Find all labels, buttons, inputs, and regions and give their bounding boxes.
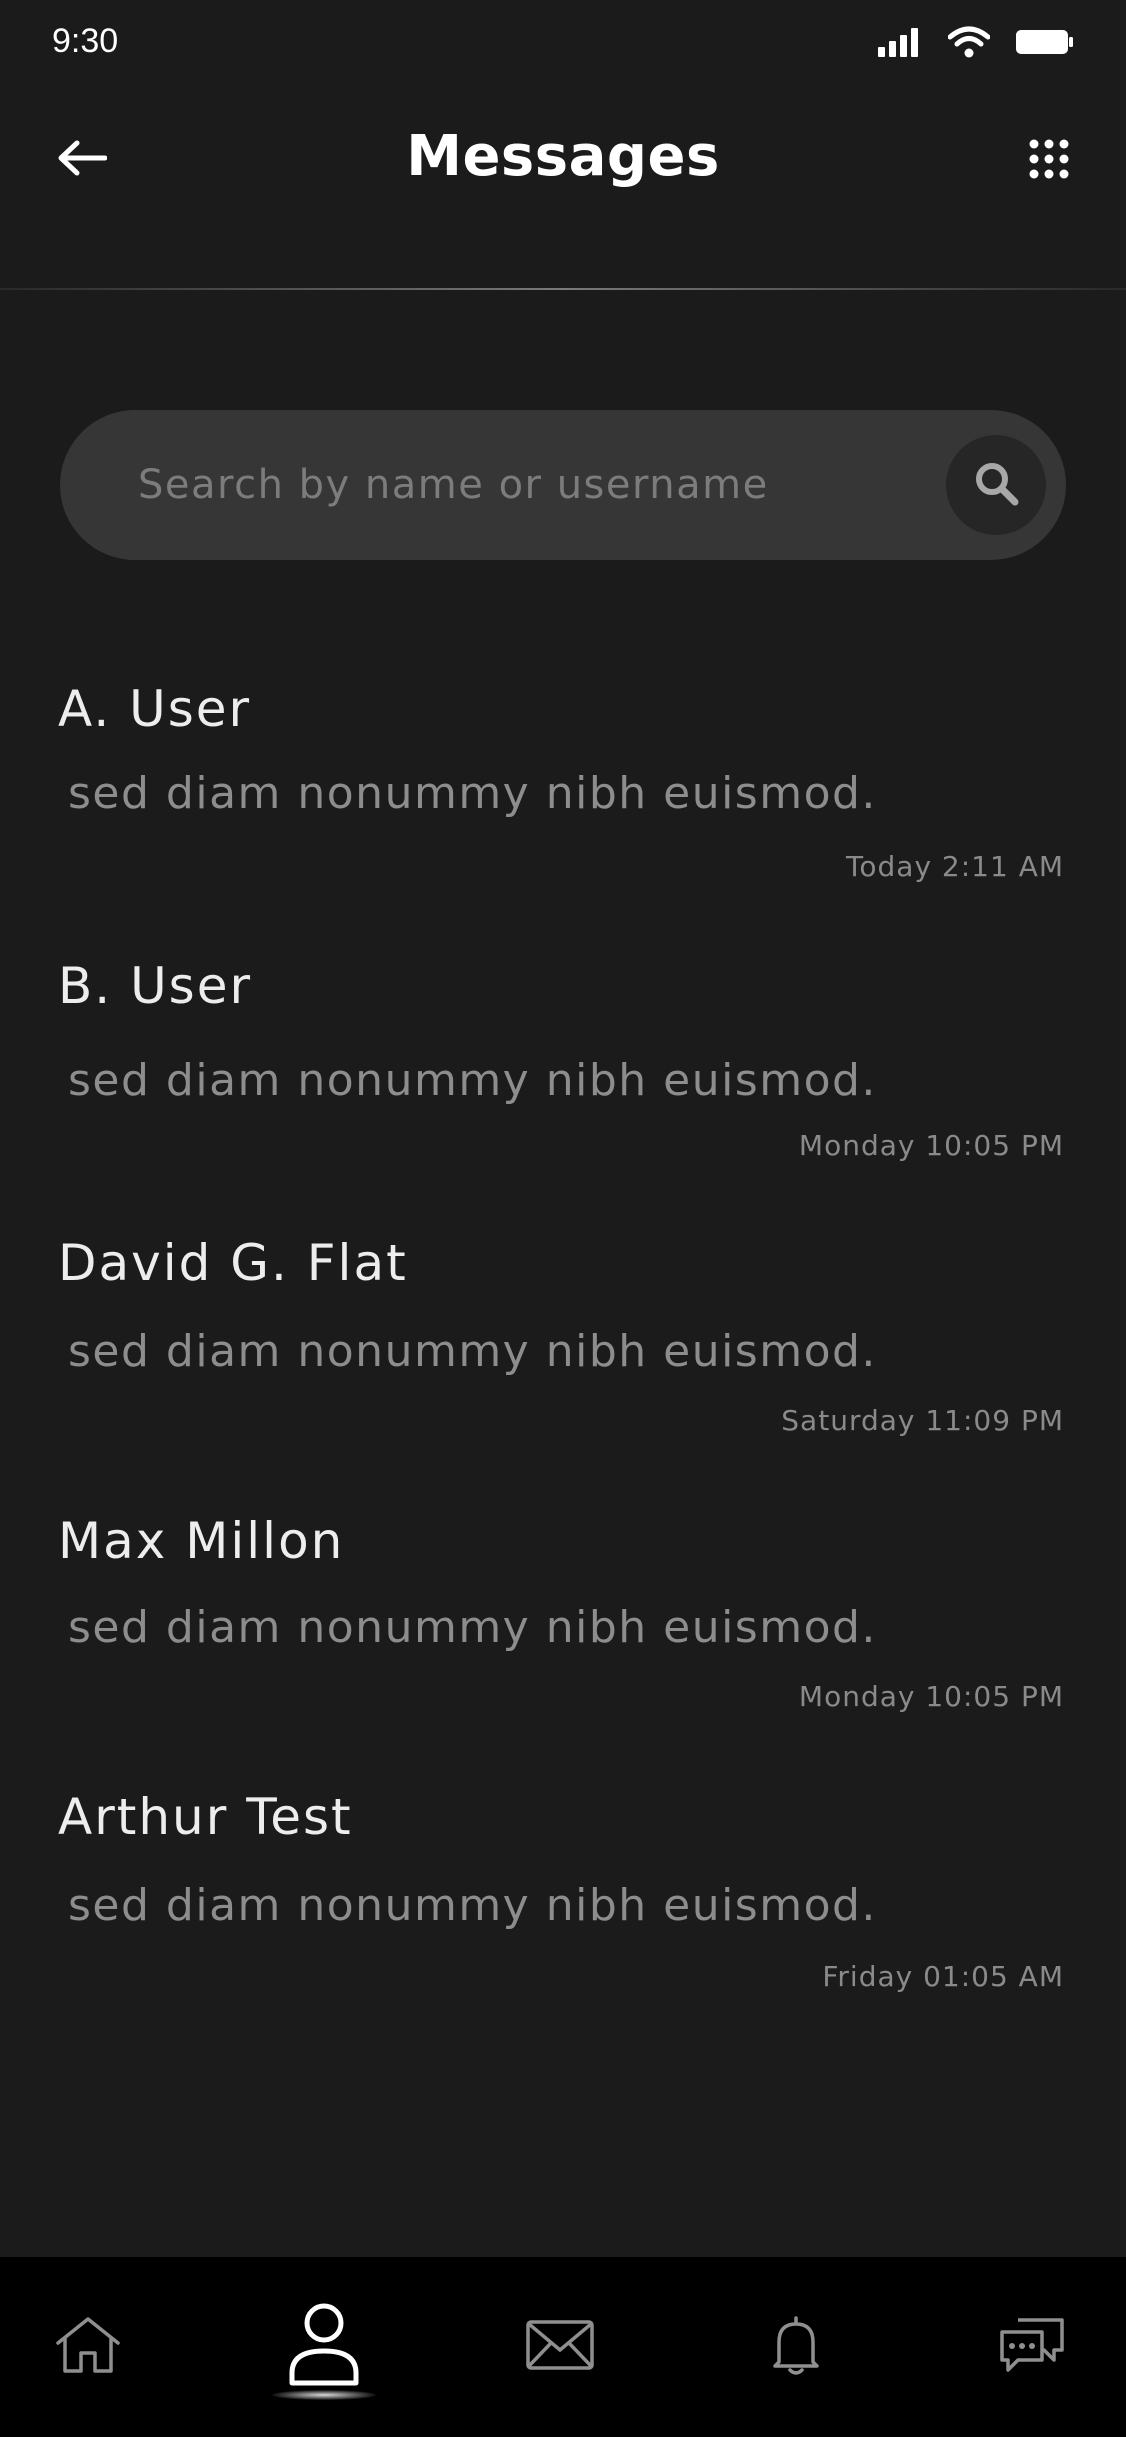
search-button[interactable] — [946, 435, 1046, 535]
status-icons — [878, 26, 1074, 62]
grid-dots-icon — [1029, 139, 1069, 183]
message-sender: Arthur Test — [58, 1788, 353, 1846]
search-bar — [60, 410, 1066, 560]
message-sender: B. User — [58, 957, 253, 1015]
bottom-nav — [0, 2257, 1126, 2437]
message-preview: sed diam nonummy nibh euismod. — [68, 1055, 877, 1106]
nav-mail[interactable] — [490, 2257, 630, 2437]
message-time: Monday 10:05 PM — [798, 1680, 1064, 1713]
wifi-icon — [947, 26, 991, 62]
home-icon — [54, 2315, 122, 2379]
message-sender: Max Millon — [58, 1512, 345, 1570]
message-item[interactable]: B. User sed diam nonummy nibh euismod. M… — [0, 957, 1126, 1187]
nav-home[interactable] — [18, 2257, 158, 2437]
message-time: Saturday 11:09 PM — [781, 1404, 1064, 1437]
header: Messages — [0, 110, 1126, 210]
message-preview: sed diam nonummy nibh euismod. — [68, 1880, 877, 1931]
status-time: 9:30 — [52, 22, 119, 60]
search-input[interactable] — [138, 410, 958, 560]
battery-icon — [1016, 28, 1074, 60]
header-divider — [0, 288, 1126, 290]
search-icon — [972, 459, 1020, 511]
message-sender: David G. Flat — [58, 1234, 408, 1292]
message-item[interactable]: David G. Flat sed diam nonummy nibh euis… — [0, 1234, 1126, 1464]
message-time: Monday 10:05 PM — [798, 1129, 1064, 1162]
message-preview: sed diam nonummy nibh euismod. — [68, 768, 877, 819]
nav-profile[interactable] — [254, 2257, 394, 2437]
chat-icon — [998, 2314, 1066, 2380]
profile-icon — [288, 2303, 360, 2391]
active-nav-indicator — [272, 2390, 376, 2400]
message-item[interactable]: Arthur Test sed diam nonummy nibh euismo… — [0, 1788, 1126, 2018]
message-preview: sed diam nonummy nibh euismod. — [68, 1602, 877, 1653]
mail-icon — [526, 2320, 594, 2374]
message-item[interactable]: A. User sed diam nonummy nibh euismod. T… — [0, 680, 1126, 910]
nav-notifications[interactable] — [726, 2257, 866, 2437]
message-sender: A. User — [58, 680, 252, 738]
bell-icon — [771, 2314, 821, 2380]
status-bar: 9:30 — [0, 0, 1126, 90]
message-preview: sed diam nonummy nibh euismod. — [68, 1326, 877, 1377]
message-item[interactable]: Max Millon sed diam nonummy nibh euismod… — [0, 1512, 1126, 1742]
signal-icon — [878, 27, 922, 61]
messages-screen: 9:30 Messages Search by name or username… — [0, 0, 1126, 2437]
nav-chat[interactable] — [962, 2257, 1102, 2437]
page-title: Messages — [406, 124, 720, 189]
message-time: Today 2:11 AM — [846, 850, 1064, 883]
menu-grid-button[interactable] — [1022, 134, 1076, 188]
message-time: Friday 01:05 AM — [822, 1960, 1064, 1993]
